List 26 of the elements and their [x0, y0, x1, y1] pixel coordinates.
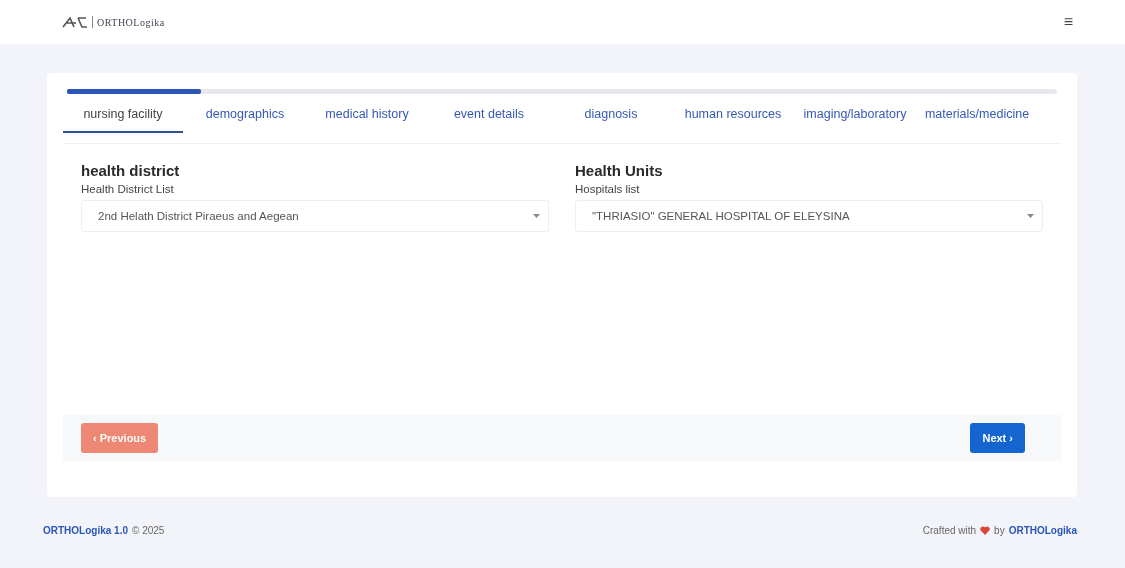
- wizard-tab[interactable]: human resources: [673, 104, 793, 133]
- section-title: health district: [81, 161, 181, 179]
- field-label: Hospitals list: [575, 182, 641, 195]
- logo-text: ORTHOLogika: [97, 16, 165, 28]
- field-label: Health District List: [81, 182, 175, 195]
- select-field[interactable]: 2nd Helath District Piraeus and Aegean: [81, 199, 549, 232]
- by-text: by: [994, 525, 1005, 536]
- logo-icon: [62, 16, 88, 28]
- wizard-tab[interactable]: nursing facility: [63, 104, 183, 133]
- caret-icon: [533, 213, 540, 218]
- wizard-tab[interactable]: imaging/laboratory: [795, 104, 915, 133]
- heart-icon: [980, 526, 991, 535]
- wizard-tab[interactable]: diagnosis: [551, 104, 671, 133]
- select-field[interactable]: "THRIASIO" GENERAL HOSPITAL OF ELEYSINA: [575, 199, 1043, 232]
- wizard-tab[interactable]: medical history: [307, 104, 427, 133]
- next-button[interactable]: Next ›: [970, 423, 1025, 453]
- caret-icon: [1027, 213, 1034, 218]
- copyright-text: © 2025: [132, 525, 165, 536]
- wizard-tab[interactable]: event details: [429, 104, 549, 133]
- wizard-tab[interactable]: demographics: [185, 104, 305, 133]
- section-title: Health Units: [575, 161, 664, 179]
- author-link[interactable]: ORTHOLogika: [1008, 525, 1077, 536]
- brand-link[interactable]: ORTHOLogika 1.0: [43, 525, 128, 536]
- menu-button[interactable]: ≡: [1059, 13, 1077, 31]
- wizard-tab[interactable]: materials/medicine: [917, 104, 1037, 133]
- crafted-text: Crafted with: [922, 525, 977, 536]
